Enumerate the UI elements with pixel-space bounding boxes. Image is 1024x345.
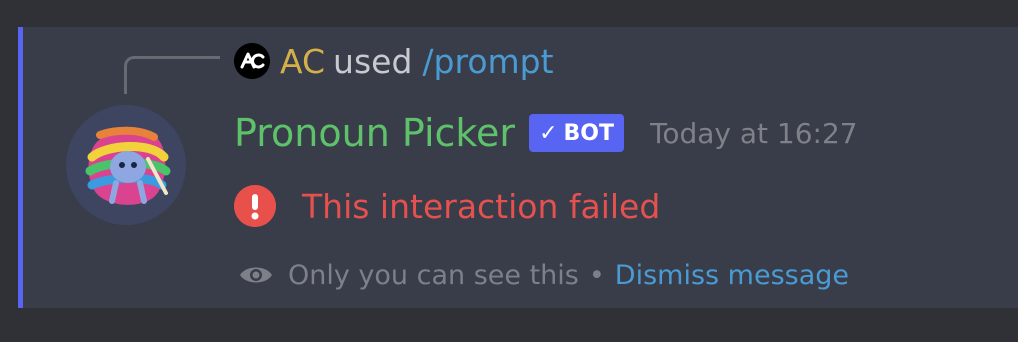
bot-username[interactable]: Pronoun Picker (234, 111, 515, 155)
ephemeral-message: AC used /prompt Pronoun Picker ✓ BOT Tod… (18, 27, 1018, 308)
error-message-text: This interaction failed (302, 186, 661, 226)
only-you-can-see-text: Only you can see this (288, 259, 579, 291)
reply-username[interactable]: AC (280, 42, 325, 81)
bot-badge-label: BOT (563, 120, 614, 146)
reply-used-text: used (333, 41, 413, 81)
check-icon: ✓ (539, 120, 558, 146)
ac-logo-icon[interactable] (234, 43, 270, 79)
command-reply-header[interactable]: AC used /prompt (234, 37, 554, 85)
exclamation-circle-icon (234, 185, 276, 227)
rainbow-bot-avatar[interactable] (66, 105, 186, 225)
dismiss-message-link[interactable]: Dismiss message (615, 260, 849, 291)
ephemeral-accent-bar (18, 27, 23, 308)
reply-command[interactable]: /prompt (422, 42, 553, 81)
bot-badge: ✓ BOT (529, 114, 624, 152)
message-timestamp[interactable]: Today at 16:27 (650, 117, 858, 150)
ephemeral-notice: Only you can see this • Dismiss message (238, 253, 849, 297)
interaction-error: This interaction failed (234, 180, 660, 232)
eye-icon (238, 263, 274, 287)
separator-dot: • (588, 259, 605, 291)
chat-background: AC used /prompt Pronoun Picker ✓ BOT Tod… (0, 0, 1018, 342)
reply-connector-line (124, 56, 220, 94)
message-header: Pronoun Picker ✓ BOT Today at 16:27 (234, 107, 858, 159)
